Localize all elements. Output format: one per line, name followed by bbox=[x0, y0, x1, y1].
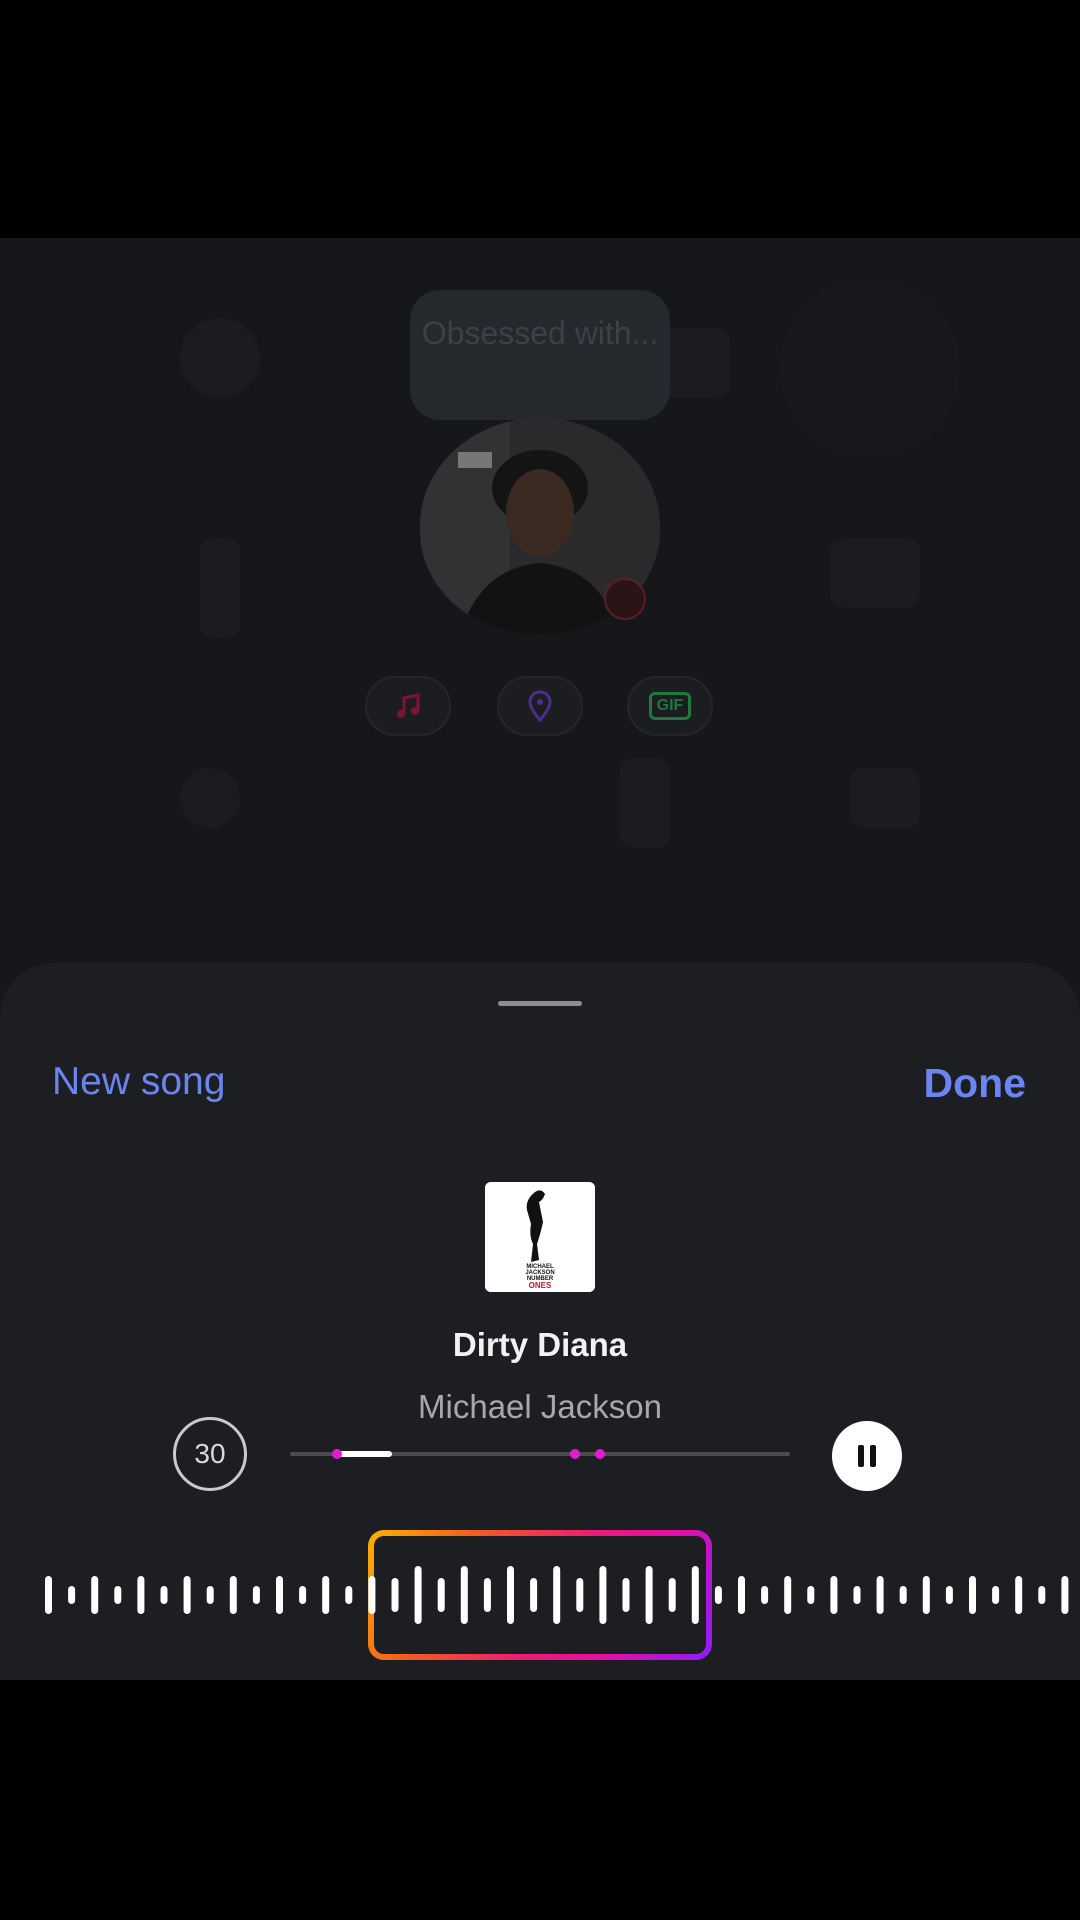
ghost-icon bbox=[180, 318, 260, 398]
sheet-grabber[interactable] bbox=[498, 1001, 582, 1006]
done-button[interactable]: Done bbox=[924, 1060, 1027, 1107]
waveform-bar bbox=[668, 1578, 676, 1612]
ghost-sticker bbox=[830, 538, 920, 608]
waveform-bar bbox=[206, 1586, 214, 1604]
waveform-bar bbox=[91, 1576, 99, 1614]
artist-name: Michael Jackson bbox=[418, 1388, 662, 1425]
waveform-bar bbox=[922, 1576, 930, 1614]
waveform-bar bbox=[553, 1566, 561, 1624]
ghost-sticker bbox=[620, 758, 670, 848]
scrubber-start-marker bbox=[332, 1449, 342, 1459]
lyric-marker bbox=[595, 1449, 605, 1459]
album-art: MICHAEL JACKSON NUMBER ONES bbox=[485, 1182, 595, 1292]
waveform-bar bbox=[183, 1576, 191, 1614]
waveform-bar bbox=[345, 1586, 353, 1604]
waveform-bar bbox=[229, 1576, 237, 1614]
waveform[interactable] bbox=[0, 1500, 1080, 1690]
palette-icon[interactable] bbox=[604, 578, 646, 620]
song-scrubber[interactable] bbox=[290, 1449, 790, 1459]
music-note-icon bbox=[397, 693, 420, 718]
waveform-bar bbox=[807, 1586, 815, 1604]
waveform-bar bbox=[622, 1578, 630, 1612]
pause-button[interactable] bbox=[832, 1421, 902, 1491]
ghost-sticker bbox=[780, 278, 960, 458]
divider bbox=[0, 1164, 1080, 1166]
waveform-bar bbox=[460, 1566, 468, 1624]
letterbox-bottom bbox=[0, 1680, 1080, 1920]
song-title: Dirty Diana bbox=[452, 1326, 628, 1363]
waveform-bar bbox=[437, 1578, 445, 1612]
waveform-bar bbox=[576, 1578, 584, 1612]
waveform-bar bbox=[45, 1576, 52, 1614]
ghost-sticker bbox=[850, 768, 920, 828]
waveform-bar bbox=[414, 1566, 422, 1624]
clip-duration-label: 30 bbox=[194, 1438, 226, 1469]
waveform-bar bbox=[160, 1586, 168, 1604]
waveform-bar bbox=[299, 1586, 307, 1604]
waveform-bar bbox=[68, 1586, 76, 1604]
waveform-bar bbox=[368, 1576, 376, 1614]
waveform-bar bbox=[992, 1586, 1000, 1604]
scrubber-selection bbox=[336, 1451, 392, 1457]
music-sticker-button[interactable] bbox=[365, 676, 451, 736]
waveform-bar bbox=[1015, 1576, 1023, 1614]
waveform-bar bbox=[1038, 1586, 1046, 1604]
waveform-bar bbox=[969, 1576, 976, 1614]
waveform-bar bbox=[322, 1576, 330, 1614]
gif-label: GIF bbox=[656, 697, 684, 714]
gif-icon: GIF bbox=[648, 692, 692, 720]
location-pin-icon bbox=[528, 690, 552, 722]
waveform-bar bbox=[1061, 1576, 1069, 1614]
album-text-ones: ONES bbox=[529, 1281, 552, 1290]
waveform-bar bbox=[853, 1586, 861, 1604]
letterbox-top bbox=[0, 0, 1080, 238]
location-sticker-button[interactable] bbox=[497, 676, 583, 736]
waveform-bar bbox=[645, 1566, 653, 1624]
waveform-bar bbox=[137, 1576, 145, 1614]
waveform-bar bbox=[530, 1578, 538, 1612]
waveform-bar bbox=[599, 1566, 607, 1624]
waveform-bar bbox=[761, 1586, 769, 1604]
gif-sticker-button[interactable]: GIF bbox=[627, 676, 713, 736]
waveform-bar bbox=[714, 1586, 722, 1604]
pause-icon bbox=[858, 1445, 876, 1467]
ghost-sticker bbox=[180, 768, 240, 828]
waveform-bar bbox=[784, 1576, 792, 1614]
waveform-bar bbox=[738, 1576, 745, 1614]
clip-duration-button[interactable]: 30 bbox=[173, 1417, 247, 1491]
new-song-button[interactable]: New song bbox=[52, 1060, 225, 1104]
waveform-bar bbox=[899, 1586, 907, 1604]
waveform-bar bbox=[691, 1566, 699, 1624]
waveform-bar bbox=[507, 1566, 514, 1624]
waveform-bar bbox=[945, 1586, 953, 1604]
waveform-bar bbox=[483, 1578, 491, 1612]
waveform-bar bbox=[391, 1578, 399, 1612]
waveform-bar bbox=[876, 1576, 884, 1614]
waveform-bar bbox=[114, 1586, 122, 1604]
lyric-marker bbox=[570, 1449, 580, 1459]
caption-placeholder[interactable]: Obsessed with... bbox=[410, 290, 670, 420]
ghost-sticker bbox=[200, 538, 240, 638]
waveform-bar bbox=[276, 1576, 283, 1614]
waveform-bar bbox=[252, 1586, 260, 1604]
waveform-bar bbox=[830, 1576, 838, 1614]
